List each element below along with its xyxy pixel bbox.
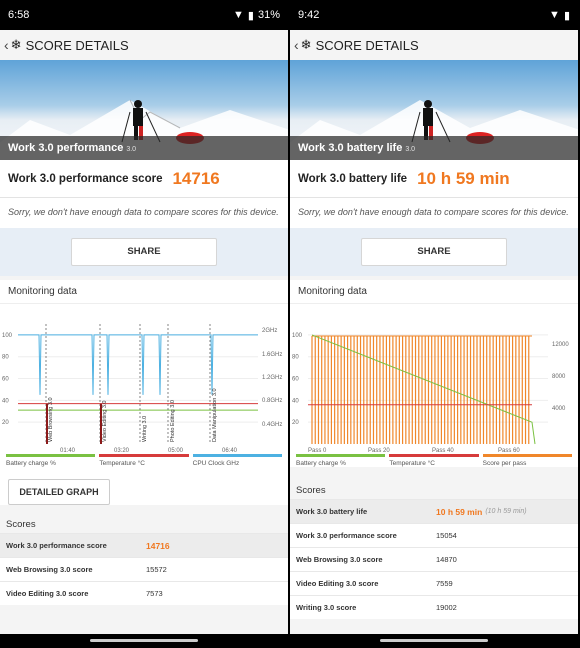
page-title: SCORE DETAILS	[25, 37, 129, 53]
y-tick-label: 60	[292, 377, 299, 383]
score-row[interactable]: Work 3.0 performance score 14716	[0, 533, 288, 557]
scores-title: Scores	[6, 519, 36, 530]
monitoring-section: Monitoring data 100 80 60 40 20 2GHz 1.6GHz 1.2…	[0, 280, 288, 505]
series-cpu-clock	[18, 334, 258, 395]
chart-legend: Battery charge % Temperature °C CPU Cloc…	[0, 454, 288, 467]
share-button[interactable]: SHARE	[71, 238, 217, 266]
compare-note: Sorry, we don't have enough data to comp…	[290, 198, 578, 228]
home-pill[interactable]	[380, 639, 488, 642]
workload-marker-label: Video Editing 3.0	[102, 401, 108, 443]
share-button[interactable]: SHARE	[361, 238, 507, 266]
legend-battery: Battery charge %	[296, 454, 386, 467]
detailed-graph-button[interactable]: DETAILED GRAPH	[8, 479, 110, 505]
status-bar: 9:42 ▼ ▮	[290, 0, 578, 30]
legend-temperature: Temperature °C	[389, 454, 479, 467]
score-row[interactable]: Video Editing 3.0 score 7573	[0, 581, 288, 605]
y2-tick-label: 8000	[552, 374, 566, 380]
legend-cpu: CPU Clock GHz	[192, 454, 282, 467]
score-row[interactable]: Writing 3.0 score 19002	[290, 595, 578, 619]
right-phone-screen: 9:42 ▼ ▮ ‹ ❄ SCORE DETAILS Work 3.0 batt…	[290, 0, 578, 648]
share-area: SHARE	[290, 228, 578, 276]
battery-icon: ▮	[247, 9, 254, 22]
score-row[interactable]: Web Browsing 3.0 score 15572	[0, 557, 288, 581]
scores-title: Scores	[296, 485, 326, 496]
y-tick-label: 100	[2, 333, 13, 339]
score-label: Work 3.0 battery life	[298, 172, 408, 185]
workload-marker-label: Writing 3.0	[142, 416, 148, 442]
score-row[interactable]: Work 3.0 performance score 15054	[290, 523, 578, 547]
y-tick-label: 20	[292, 420, 299, 426]
y2-tick-label: 0.4GHz	[262, 422, 282, 428]
series-battery	[311, 334, 536, 445]
monitoring-title: Monitoring data	[290, 280, 578, 304]
y2-tick-label: 0.8GHz	[262, 398, 282, 404]
hero-banner: Work 3.0 performance 3.0	[0, 60, 288, 160]
y-tick-label: 80	[292, 355, 299, 361]
nav-bar	[0, 634, 288, 648]
main-score: Work 3.0 performance score 14716	[0, 160, 288, 198]
y2-tick-label: 2GHz	[262, 328, 277, 334]
workload-marker-label: Photo Editing 3.0	[170, 400, 176, 442]
status-time: 9:42	[298, 9, 320, 21]
snowflake-icon: ❄	[300, 37, 312, 52]
hero-title: Work 3.0 performance 3.0	[0, 136, 288, 160]
y-tick-label: 60	[2, 377, 9, 383]
back-icon[interactable]: ‹	[294, 37, 299, 53]
compare-note: Sorry, we don't have enough data to comp…	[0, 198, 288, 228]
main-score: Work 3.0 battery life 10 h 59 min	[290, 160, 578, 198]
monitoring-chart: 100806040201200080004000Pass 0 Pass 20 Pas…	[292, 333, 569, 454]
workload-marker-label: Data Manipulation 3.0	[212, 388, 218, 442]
hero-banner: Work 3.0 battery life 3.0	[290, 60, 578, 160]
status-bar: 6:58 ▼ ▮ 31%	[0, 0, 288, 30]
score-row[interactable]: Work 3.0 battery life 10 h 59 min (10 h …	[290, 499, 578, 523]
page-title: SCORE DETAILS	[315, 37, 419, 53]
nav-bar	[290, 634, 578, 648]
y2-tick-label: 12000	[552, 342, 569, 348]
legend-score-pass: Score per pass	[482, 454, 572, 467]
score-value: 10 h 59 min	[417, 168, 510, 188]
legend-temperature: Temperature °C	[99, 454, 189, 467]
legend-battery: Battery charge %	[6, 454, 96, 467]
battery-percent: 31%	[257, 9, 280, 21]
y-tick-label: 40	[2, 398, 9, 404]
y2-tick-label: 1.6GHz	[262, 352, 282, 358]
workload-marker-label: Web Browsing 3.0	[48, 397, 54, 442]
share-area: SHARE	[0, 228, 288, 276]
app-bar: ‹ ❄ SCORE DETAILS	[0, 30, 288, 60]
y-tick-label: 80	[2, 355, 9, 361]
monitoring-section: Monitoring data 100 80 60 40 20 12000 8000 4000…	[290, 280, 578, 467]
y-tick-label: 100	[292, 333, 303, 339]
y-tick-label: 20	[2, 420, 9, 426]
y-tick-label: 40	[292, 398, 299, 404]
chart-legend: Battery charge % Temperature °C Score pe…	[290, 454, 578, 467]
wifi-icon: ▼	[549, 9, 560, 21]
snowflake-icon: ❄	[10, 37, 22, 52]
home-pill[interactable]	[90, 639, 198, 642]
battery-icon: ▮	[563, 9, 570, 22]
left-phone-screen: 6:58 ▼ ▮ 31% ‹ ❄ SCORE DETAILS Work 3.0 …	[0, 0, 288, 648]
score-value: 14716	[172, 168, 220, 188]
app-bar: ‹ ❄ SCORE DETAILS	[290, 30, 578, 60]
status-time: 6:58	[8, 9, 30, 21]
score-row[interactable]: Video Editing 3.0 score 7559	[290, 571, 578, 595]
y2-tick-label: 4000	[552, 406, 566, 412]
back-icon[interactable]: ‹	[4, 37, 9, 53]
hero-title: Work 3.0 battery life 3.0	[290, 136, 578, 160]
y2-tick-label: 1.2GHz	[262, 375, 282, 381]
monitoring-title: Monitoring data	[0, 280, 288, 304]
monitoring-chart: 100806040202GHz1.6GHz1.2GHz0.8GHz0.4GHz0…	[2, 324, 282, 454]
score-row[interactable]: Web Browsing 3.0 score 14870	[290, 547, 578, 571]
score-label: Work 3.0 performance score	[8, 172, 163, 185]
wifi-icon: ▼	[233, 9, 244, 21]
